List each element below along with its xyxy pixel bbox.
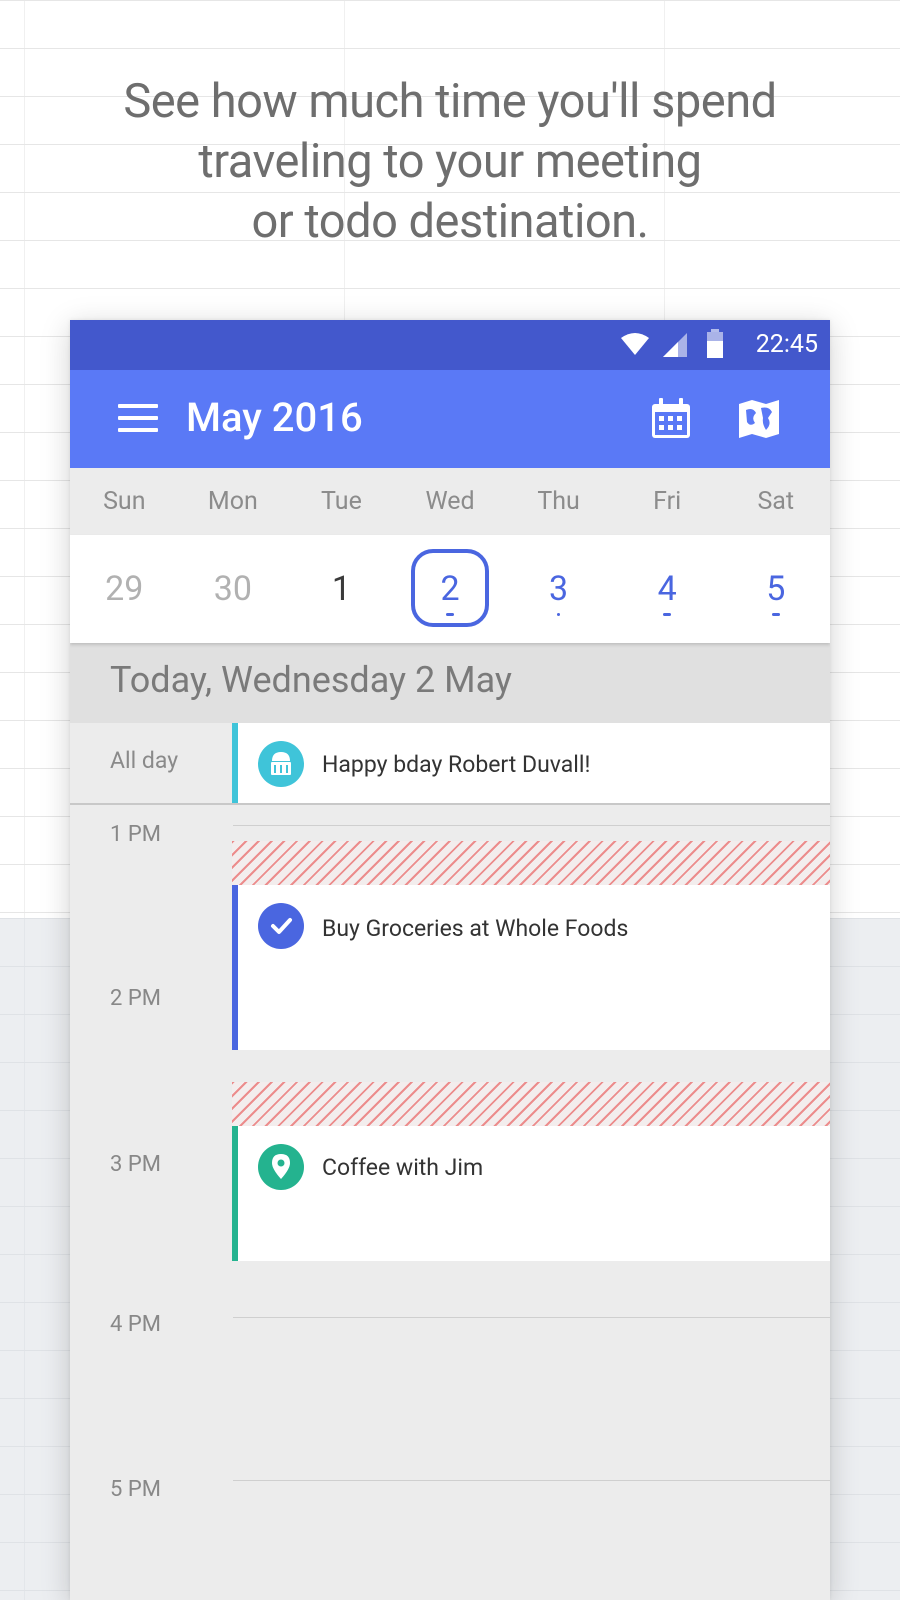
today-header-text: Today, Wednesday 2 May — [110, 659, 512, 701]
hour-label: 1 PM — [110, 822, 161, 847]
date-number: 30 — [213, 569, 252, 609]
weekday-label: Wed — [425, 487, 475, 516]
hour-label: 2 PM — [110, 986, 161, 1011]
menu-icon[interactable] — [118, 404, 158, 434]
wifi-icon — [621, 333, 649, 355]
date-cell-29[interactable]: 29 — [70, 535, 179, 643]
calendar-icon[interactable] — [648, 396, 694, 442]
allday-row: All day Happy bday Robert Duvall! — [70, 723, 830, 805]
today-header: Today, Wednesday 2 May — [70, 643, 830, 723]
phone-screen: 22:45 May 2016 Sun Mon Tue Wed Thu Fri S… — [70, 320, 830, 1600]
event-coffee-with-jim[interactable]: Coffee with Jim — [232, 1126, 830, 1261]
date-cell-30[interactable]: 30 — [179, 535, 288, 643]
hour-line — [233, 1480, 830, 1481]
weekday-label: Fri — [653, 487, 682, 516]
weekday-label: Mon — [207, 487, 258, 516]
date-number: 3 — [549, 569, 569, 609]
date-cell-3[interactable]: 3 — [504, 535, 613, 643]
event-indicator — [557, 613, 561, 616]
date-cell-1[interactable]: 1 — [287, 535, 396, 643]
date-number: 5 — [766, 569, 786, 609]
travel-time-block — [232, 1082, 830, 1126]
check-icon — [258, 903, 304, 949]
status-bar: 22:45 — [70, 320, 830, 370]
allday-event-title: Happy bday Robert Duvall! — [322, 751, 591, 778]
weekday-header: Sun Mon Tue Wed Thu Fri Sat — [70, 468, 830, 535]
date-number: 29 — [105, 569, 144, 609]
allday-event[interactable]: Happy bday Robert Duvall! — [232, 723, 830, 803]
hour-label: 4 PM — [110, 1312, 161, 1337]
date-number: 4 — [657, 569, 677, 609]
event-title: Coffee with Jim — [322, 1154, 484, 1181]
map-icon[interactable] — [736, 396, 782, 442]
signal-icon — [663, 333, 687, 357]
event-buy-groceries[interactable]: Buy Groceries at Whole Foods — [232, 885, 830, 1050]
headline-line-1: See how much time you'll spend — [123, 74, 777, 129]
headline: See how much time you'll spend traveling… — [0, 72, 900, 252]
event-indicator — [663, 613, 672, 616]
travel-time-block — [232, 841, 830, 885]
battery-icon — [707, 329, 723, 358]
cake-icon — [258, 741, 304, 787]
weekday-label: Thu — [537, 487, 580, 516]
month-title[interactable]: May 2016 — [186, 394, 363, 441]
date-cell-4[interactable]: 4 — [613, 535, 722, 643]
event-indicator — [446, 613, 455, 616]
hour-line — [233, 1317, 830, 1318]
week-dates-row: 29 30 1 2 3 4 5 — [70, 535, 830, 643]
event-title: Buy Groceries at Whole Foods — [322, 915, 629, 942]
weekday-label: Sat — [757, 487, 795, 516]
weekday-label: Sun — [103, 487, 146, 516]
allday-label: All day — [110, 747, 179, 774]
date-cell-5[interactable]: 5 — [721, 535, 830, 643]
headline-line-3: or todo destination. — [251, 194, 649, 249]
date-number: 1 — [331, 569, 351, 609]
headline-line-2: traveling to your meeting — [198, 134, 702, 189]
event-indicator — [771, 613, 780, 616]
status-time: 22:45 — [755, 330, 818, 359]
app-bar: May 2016 — [70, 370, 830, 468]
location-pin-icon — [258, 1144, 304, 1190]
hour-label: 3 PM — [110, 1152, 161, 1177]
hour-label: 5 PM — [110, 1477, 161, 1502]
weekday-label: Tue — [321, 487, 362, 516]
date-cell-2-selected[interactable]: 2 — [396, 535, 505, 643]
hour-line — [233, 825, 830, 826]
